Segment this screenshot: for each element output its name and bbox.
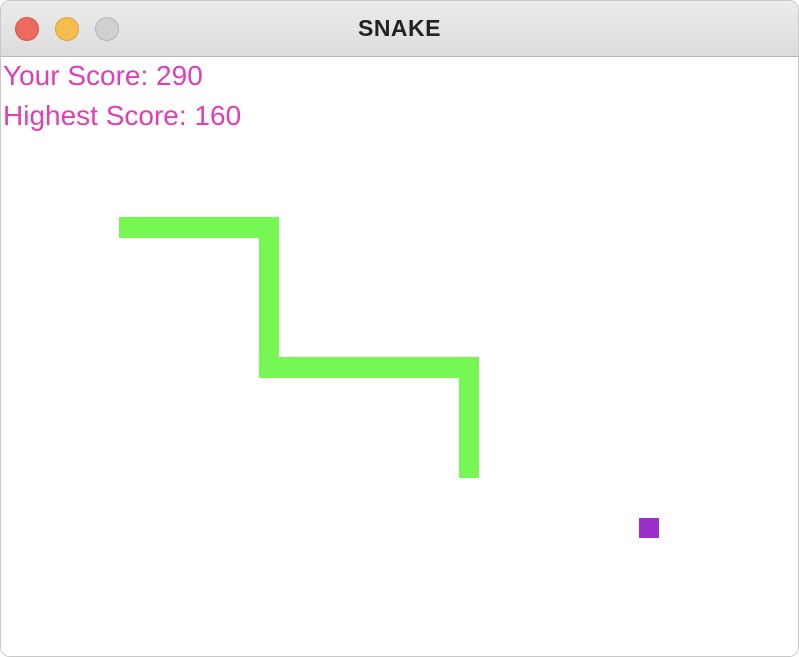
snake-segment	[119, 217, 279, 238]
snake-segment	[259, 357, 479, 378]
board-graphics	[119, 217, 659, 538]
game-board[interactable]: Your Score: 290 Highest Score: 160	[1, 57, 798, 656]
food-pellet	[639, 518, 659, 538]
game-window: SNAKE Your Score: 290 Highest Score: 160	[0, 0, 799, 657]
snake-segment	[259, 217, 279, 378]
title-bar[interactable]: SNAKE	[1, 1, 798, 57]
snake	[119, 217, 479, 478]
snake-head	[459, 357, 479, 478]
window-title: SNAKE	[357, 15, 441, 41]
